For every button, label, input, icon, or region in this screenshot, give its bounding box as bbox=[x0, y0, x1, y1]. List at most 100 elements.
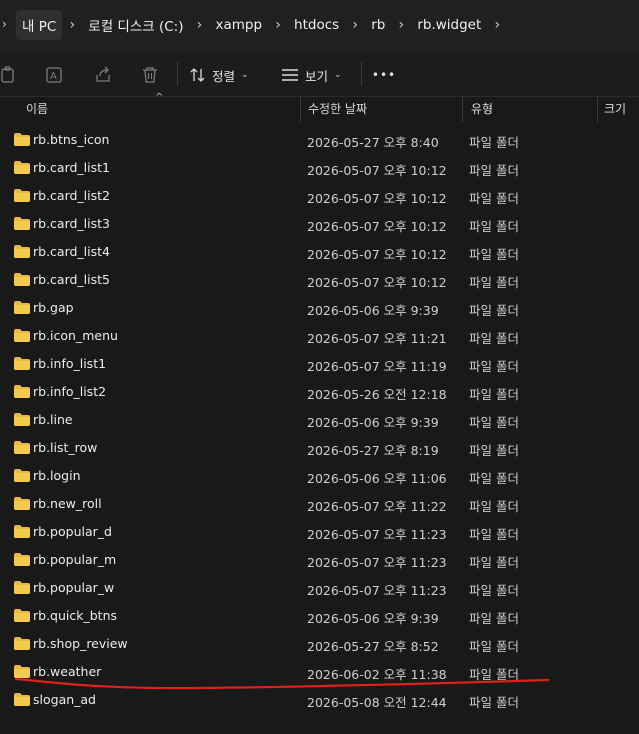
list-item[interactable]: rb.info_list2 2026-05-26 오전 12:18 파일 폴더 bbox=[0, 378, 639, 406]
folder-icon bbox=[14, 357, 30, 370]
folder-icon bbox=[14, 553, 30, 566]
file-type: 파일 폴더 bbox=[469, 135, 519, 150]
paste-button[interactable] bbox=[0, 62, 16, 88]
breadcrumb-item-local-disk[interactable]: 로컬 디스크 (C:) bbox=[82, 10, 189, 40]
breadcrumb-item-rb-widget[interactable]: rb.widget bbox=[411, 12, 487, 38]
folder-icon bbox=[14, 413, 30, 426]
file-name: rb.quick_btns bbox=[33, 608, 118, 623]
file-name: rb.list_row bbox=[33, 440, 98, 455]
file-type: 파일 폴더 bbox=[469, 247, 519, 262]
column-divider[interactable] bbox=[597, 96, 598, 122]
column-header-name[interactable]: 이름 bbox=[26, 96, 48, 122]
column-header-size[interactable]: 크기 bbox=[604, 96, 626, 122]
list-item[interactable]: rb.popular_w 2026-05-07 오후 11:23 파일 폴더 bbox=[0, 574, 639, 602]
chevron-right-icon[interactable]: › bbox=[391, 17, 411, 33]
view-label: 보기 bbox=[305, 68, 329, 84]
column-divider[interactable] bbox=[462, 96, 463, 122]
list-item[interactable]: rb.gap 2026-05-06 오후 9:39 파일 폴더 bbox=[0, 294, 639, 322]
rename-icon: A bbox=[46, 67, 62, 83]
list-item[interactable]: slogan_ad 2026-05-08 오전 12:44 파일 폴더 bbox=[0, 686, 639, 714]
delete-button[interactable] bbox=[140, 62, 160, 88]
file-modified-date: 2026-05-06 오후 11:06 bbox=[307, 471, 447, 486]
file-name: rb.card_list2 bbox=[33, 188, 110, 203]
file-modified-date: 2026-05-07 오후 11:21 bbox=[307, 331, 447, 346]
list-item[interactable]: rb.quick_btns 2026-05-06 오후 9:39 파일 폴더 bbox=[0, 602, 639, 630]
list-item[interactable]: rb.new_roll 2026-05-07 오후 11:22 파일 폴더 bbox=[0, 490, 639, 518]
share-button[interactable] bbox=[92, 62, 114, 88]
chevron-right-icon[interactable]: › bbox=[487, 17, 507, 33]
column-divider[interactable] bbox=[300, 96, 301, 122]
file-type: 파일 폴더 bbox=[469, 611, 519, 626]
file-type: 파일 폴더 bbox=[469, 387, 519, 402]
file-type: 파일 폴더 bbox=[469, 639, 519, 654]
chevron-right-icon[interactable]: › bbox=[189, 17, 209, 33]
list-item[interactable]: rb.card_list3 2026-05-07 오후 10:12 파일 폴더 bbox=[0, 210, 639, 238]
breadcrumb-item-htdocs[interactable]: htdocs bbox=[288, 12, 345, 38]
list-item[interactable]: rb.info_list1 2026-05-07 오후 11:19 파일 폴더 bbox=[0, 350, 639, 378]
file-modified-date: 2026-05-27 오후 8:52 bbox=[307, 639, 439, 654]
file-modified-date: 2026-05-06 오후 9:39 bbox=[307, 415, 439, 430]
sort-label: 정렬 bbox=[212, 68, 236, 84]
list-item[interactable]: rb.btns_icon 2026-05-27 오후 8:40 파일 폴더 bbox=[0, 126, 639, 154]
folder-icon bbox=[14, 133, 30, 146]
file-modified-date: 2026-05-07 오후 11:23 bbox=[307, 527, 447, 542]
column-header-row: ^ 이름 수정한 날짜 유형 크기 bbox=[0, 92, 639, 122]
list-item[interactable]: rb.popular_d 2026-05-07 오후 11:23 파일 폴더 bbox=[0, 518, 639, 546]
list-item[interactable]: rb.card_list1 2026-05-07 오후 10:12 파일 폴더 bbox=[0, 154, 639, 182]
file-type: 파일 폴더 bbox=[469, 695, 519, 710]
sort-ascending-icon: ^ bbox=[155, 92, 164, 103]
file-type: 파일 폴더 bbox=[469, 499, 519, 514]
file-type: 파일 폴더 bbox=[469, 555, 519, 570]
file-name: slogan_ad bbox=[33, 692, 96, 707]
chevron-down-icon: ⌄ bbox=[241, 70, 249, 80]
chevron-right-icon[interactable]: › bbox=[62, 17, 82, 33]
chevron-down-icon: ⌄ bbox=[334, 70, 342, 80]
list-item[interactable]: rb.shop_review 2026-05-27 오후 8:52 파일 폴더 bbox=[0, 630, 639, 658]
breadcrumb-item-xampp[interactable]: xampp bbox=[209, 12, 268, 38]
file-type: 파일 폴더 bbox=[469, 415, 519, 430]
folder-icon bbox=[14, 469, 30, 482]
column-header-type[interactable]: 유형 bbox=[471, 96, 493, 122]
chevron-right-icon[interactable]: › bbox=[268, 17, 288, 33]
folder-icon bbox=[14, 665, 30, 678]
file-type: 파일 폴더 bbox=[469, 443, 519, 458]
file-modified-date: 2026-06-02 오후 11:38 bbox=[307, 667, 447, 682]
file-name: rb.popular_w bbox=[33, 580, 115, 595]
folder-icon bbox=[14, 301, 30, 314]
list-item[interactable]: rb.popular_m 2026-05-07 오후 11:23 파일 폴더 bbox=[0, 546, 639, 574]
list-item[interactable]: rb.icon_menu 2026-05-07 오후 11:21 파일 폴더 bbox=[0, 322, 639, 350]
folder-icon bbox=[14, 161, 30, 174]
file-name: rb.btns_icon bbox=[33, 132, 110, 147]
paste-icon bbox=[1, 66, 14, 83]
view-button[interactable]: 보기 ⌄ bbox=[281, 62, 347, 88]
file-modified-date: 2026-05-07 오후 11:19 bbox=[307, 359, 447, 374]
file-name: rb.login bbox=[33, 468, 81, 483]
folder-icon bbox=[14, 245, 30, 258]
file-name: rb.line bbox=[33, 412, 73, 427]
file-modified-date: 2026-05-26 오전 12:18 bbox=[307, 387, 447, 402]
folder-icon bbox=[14, 189, 30, 202]
list-item[interactable]: rb.line 2026-05-06 오후 9:39 파일 폴더 bbox=[0, 406, 639, 434]
file-name: rb.weather bbox=[33, 664, 102, 679]
file-type: 파일 폴더 bbox=[469, 191, 519, 206]
breadcrumb-item-rb[interactable]: rb bbox=[365, 12, 391, 38]
chevron-right-icon[interactable]: › bbox=[345, 17, 365, 33]
chevron-right-icon[interactable]: › bbox=[2, 17, 7, 31]
list-item[interactable]: rb.card_list2 2026-05-07 오후 10:12 파일 폴더 bbox=[0, 182, 639, 210]
sort-button[interactable]: 정렬 ⌄ bbox=[190, 62, 258, 88]
column-header-modified[interactable]: 수정한 날짜 bbox=[308, 96, 367, 122]
file-type: 파일 폴더 bbox=[469, 667, 519, 682]
file-type: 파일 폴더 bbox=[469, 359, 519, 374]
list-item[interactable]: rb.card_list5 2026-05-07 오후 10:12 파일 폴더 bbox=[0, 266, 639, 294]
file-modified-date: 2026-05-07 오후 10:12 bbox=[307, 163, 447, 178]
rename-button[interactable]: A bbox=[44, 62, 66, 88]
breadcrumb-item-pc[interactable]: 내 PC bbox=[16, 10, 63, 40]
breadcrumb: 내 PC › 로컬 디스크 (C:) › xampp › htdocs › rb… bbox=[16, 10, 507, 40]
list-item[interactable]: rb.card_list4 2026-05-07 오후 10:12 파일 폴더 bbox=[0, 238, 639, 266]
file-name: rb.shop_review bbox=[33, 636, 128, 651]
trash-icon bbox=[143, 67, 157, 83]
list-item[interactable]: rb.weather 2026-06-02 오후 11:38 파일 폴더 bbox=[0, 658, 639, 686]
list-item[interactable]: rb.login 2026-05-06 오후 11:06 파일 폴더 bbox=[0, 462, 639, 490]
list-item[interactable]: rb.list_row 2026-05-27 오후 8:19 파일 폴더 bbox=[0, 434, 639, 462]
more-options-button[interactable]: ••• bbox=[372, 62, 396, 88]
